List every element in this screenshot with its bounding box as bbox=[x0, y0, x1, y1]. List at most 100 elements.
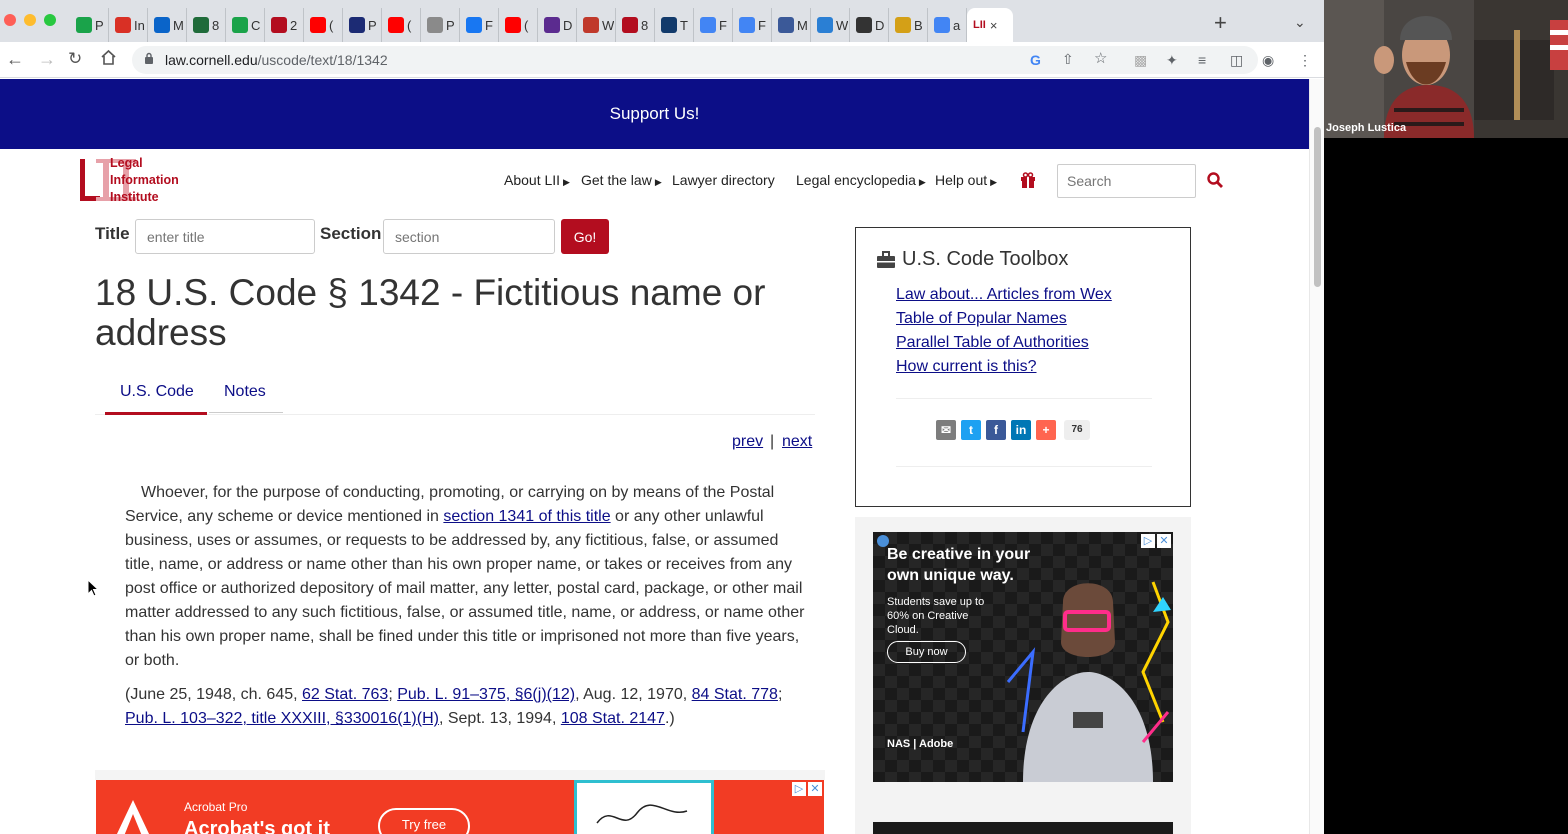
browser-tab[interactable]: 2 bbox=[265, 8, 304, 42]
ad-person-illustration bbox=[1006, 581, 1171, 782]
toolbox-link-wex[interactable]: Law about... Articles from Wex bbox=[896, 283, 1112, 307]
citation-link[interactable]: 108 Stat. 2147 bbox=[561, 710, 665, 727]
page-scrollbar[interactable] bbox=[1309, 79, 1324, 834]
youtube-icon bbox=[505, 17, 521, 33]
nav-about-lii[interactable]: About LII ▶ bbox=[504, 172, 570, 188]
back-arrow-icon[interactable]: ← bbox=[6, 49, 24, 69]
toolbox-link-parallel-table[interactable]: Parallel Table of Authorities bbox=[896, 331, 1112, 355]
browser-tab[interactable]: P bbox=[421, 8, 460, 42]
browser-tab[interactable]: P bbox=[70, 8, 109, 42]
participant-video[interactable]: Joseph Lustica bbox=[1324, 0, 1568, 138]
title-input[interactable] bbox=[135, 219, 315, 254]
facebook-icon bbox=[466, 17, 482, 33]
browser-tab[interactable]: ( bbox=[499, 8, 538, 42]
logo-text[interactable]: Legal Information Institute bbox=[110, 155, 179, 206]
browser-tab[interactable]: F bbox=[733, 8, 772, 42]
next-link[interactable]: next bbox=[782, 433, 812, 451]
browser-tab[interactable]: T bbox=[655, 8, 694, 42]
side-ad-2[interactable] bbox=[873, 822, 1173, 834]
twitter-share-icon[interactable]: t bbox=[961, 420, 981, 440]
share-icon[interactable]: ⇧ bbox=[1062, 51, 1074, 67]
linkedin-share-icon[interactable]: in bbox=[1011, 420, 1031, 440]
kebab-menu-icon[interactable]: ⋮ bbox=[1298, 52, 1312, 68]
gift-icon[interactable] bbox=[1020, 172, 1036, 188]
section-1341-link[interactable]: section 1341 of this title bbox=[443, 508, 610, 525]
nav-lawyer-directory[interactable]: Lawyer directory bbox=[672, 172, 775, 188]
prev-link[interactable]: prev bbox=[732, 433, 763, 451]
adchoices-icon[interactable]: ▷ bbox=[792, 782, 806, 796]
creative-cloud-ad[interactable]: Be creative in your own unique way. Stud… bbox=[873, 532, 1173, 782]
try-free-button[interactable]: Try free bbox=[378, 808, 470, 834]
forward-arrow-icon[interactable]: → bbox=[38, 49, 56, 69]
browser-tab[interactable]: M bbox=[148, 8, 187, 42]
logo-line-information: Information bbox=[110, 173, 179, 187]
go-button[interactable]: Go! bbox=[561, 219, 609, 254]
browser-tab[interactable]: W bbox=[577, 8, 616, 42]
puzzle-extensions-icon[interactable]: ✦ bbox=[1166, 52, 1178, 68]
close-window-button[interactable] bbox=[4, 14, 16, 26]
facebook-share-icon[interactable]: f bbox=[986, 420, 1006, 440]
browser-tab[interactable]: M bbox=[772, 8, 811, 42]
new-tab-button[interactable]: + bbox=[1214, 12, 1227, 34]
browser-tab[interactable]: D bbox=[538, 8, 577, 42]
browser-tab[interactable]: W bbox=[811, 8, 850, 42]
browser-tab[interactable]: C bbox=[226, 8, 265, 42]
citation-link[interactable]: 84 Stat. 778 bbox=[692, 686, 778, 703]
n-icon bbox=[661, 17, 677, 33]
browser-tab[interactable]: D bbox=[850, 8, 889, 42]
briefcase-icon bbox=[877, 250, 895, 268]
profile-avatar-icon[interactable]: ◉ bbox=[1262, 52, 1274, 68]
tab-close-icon[interactable]: × bbox=[990, 18, 998, 33]
citation-link[interactable]: Pub. L. 91–375, §6(j)(12) bbox=[397, 686, 575, 703]
bookmark-star-icon[interactable]: ☆ bbox=[1094, 51, 1107, 67]
ad-close-icon[interactable]: ✕ bbox=[808, 782, 822, 796]
acrobat-ad[interactable]: Acrobat Pro Acrobat's got it Try free ▷ … bbox=[96, 780, 824, 834]
active-browser-tab[interactable]: LII × bbox=[967, 8, 1013, 42]
toolbox-link-popular-names[interactable]: Table of Popular Names bbox=[896, 307, 1112, 331]
home-icon[interactable] bbox=[100, 49, 117, 70]
browser-tab[interactable]: ( bbox=[304, 8, 343, 42]
leaf-icon bbox=[193, 17, 209, 33]
nav-get-the-law[interactable]: Get the law ▶ bbox=[581, 172, 662, 188]
addthis-share-icon[interactable]: + bbox=[1036, 420, 1056, 440]
adchoices-icon[interactable]: ▷ bbox=[1141, 534, 1155, 548]
tab-title: 2 bbox=[290, 17, 298, 33]
side-panel-icon[interactable]: ◫ bbox=[1230, 52, 1243, 68]
browser-tab[interactable]: a bbox=[928, 8, 967, 42]
browser-tab[interactable]: F bbox=[694, 8, 733, 42]
email-share-icon[interactable]: ✉ bbox=[936, 420, 956, 440]
browser-tab[interactable]: P bbox=[343, 8, 382, 42]
minimize-window-button[interactable] bbox=[24, 14, 36, 26]
section-input[interactable] bbox=[383, 219, 555, 254]
reload-icon[interactable]: ↻ bbox=[68, 49, 82, 69]
toolbox-link-how-current[interactable]: How current is this? bbox=[896, 355, 1112, 379]
tab-search-chevron-icon[interactable]: ⌄ bbox=[1294, 14, 1306, 31]
tab-notes[interactable]: Notes bbox=[224, 383, 266, 401]
address-bar[interactable]: law.cornell.edu/uscode/text/18/1342 G ⇧ … bbox=[132, 46, 1258, 74]
web-page: Support Us! Legal Information Institute … bbox=[0, 79, 1309, 834]
nav-help-out[interactable]: Help out ▶ bbox=[935, 172, 997, 188]
browser-tab[interactable]: B bbox=[889, 8, 928, 42]
citation-link[interactable]: 62 Stat. 763 bbox=[302, 686, 388, 703]
tab-title: ( bbox=[329, 17, 334, 33]
browser-tab[interactable]: ( bbox=[382, 8, 421, 42]
support-banner[interactable]: Support Us! bbox=[0, 79, 1309, 149]
maximize-window-button[interactable] bbox=[44, 14, 56, 26]
statute-citation: (June 25, 1948, ch. 645, 62 Stat. 763; P… bbox=[125, 683, 805, 731]
nav-legal-encyclopedia[interactable]: Legal encyclopedia ▶ bbox=[796, 172, 926, 188]
search-icon[interactable] bbox=[1206, 171, 1224, 189]
site-search-input[interactable] bbox=[1057, 164, 1196, 198]
buy-now-button[interactable]: Buy now bbox=[887, 641, 966, 663]
tab-us-code[interactable]: U.S. Code bbox=[120, 383, 194, 401]
browser-tab[interactable]: 8 bbox=[187, 8, 226, 42]
citation-link[interactable]: Pub. L. 103–322, title XXXIII, §330016(1… bbox=[125, 710, 439, 727]
play-icon bbox=[232, 17, 248, 33]
ad-close-icon[interactable]: ✕ bbox=[1157, 534, 1171, 548]
extension-grey-icon[interactable]: ▩ bbox=[1134, 52, 1147, 68]
scrollbar-thumb[interactable] bbox=[1314, 127, 1321, 287]
google-lens-icon[interactable]: G bbox=[1030, 52, 1041, 68]
media-controls-icon[interactable]: ≡ bbox=[1198, 52, 1206, 68]
browser-tab[interactable]: F bbox=[460, 8, 499, 42]
browser-tab[interactable]: In bbox=[109, 8, 148, 42]
browser-tab[interactable]: 8 bbox=[616, 8, 655, 42]
